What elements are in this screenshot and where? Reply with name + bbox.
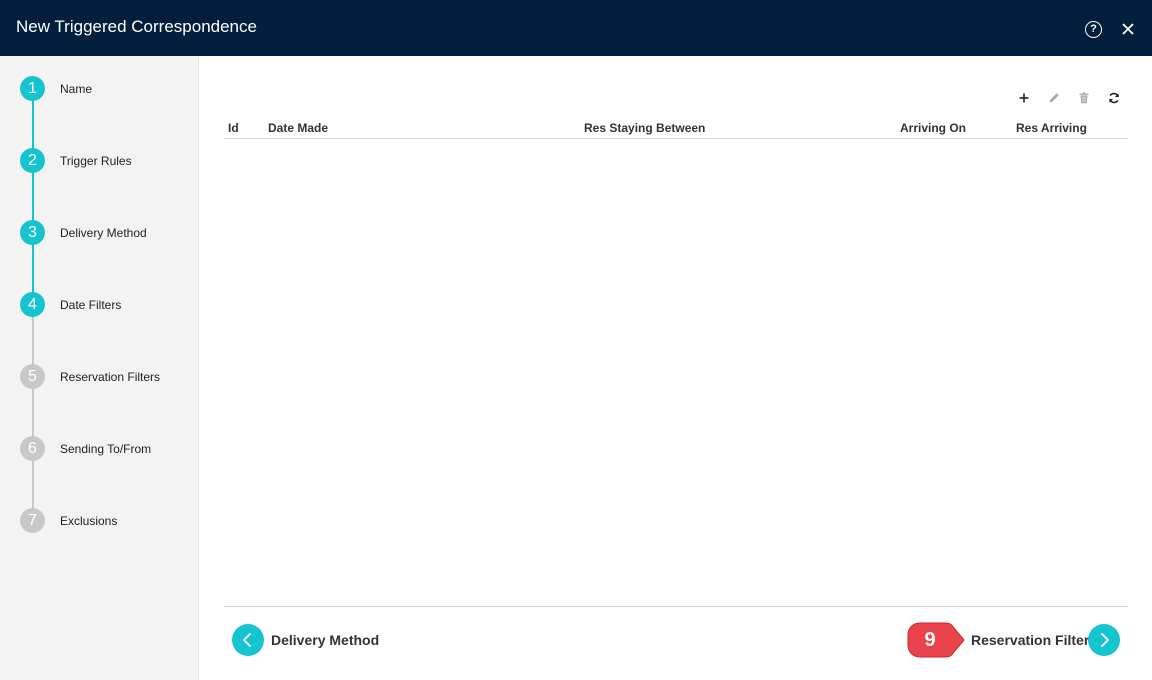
step-label: Sending To/From bbox=[60, 442, 152, 456]
table-header-row: Id Date Made Res Staying Between Arrivin… bbox=[224, 120, 1128, 139]
chevron-right-icon bbox=[1100, 632, 1110, 648]
back-step-label[interactable]: Delivery Method bbox=[271, 632, 379, 648]
footer-divider bbox=[224, 606, 1128, 607]
step-number-badge: 5 bbox=[20, 364, 45, 389]
step-label: Reservation Filters bbox=[60, 370, 161, 384]
step-number-badge: 2 bbox=[20, 148, 45, 173]
column-header-res-staying-between[interactable]: Res Staying Between bbox=[584, 121, 705, 135]
step-name[interactable]: 1 Name bbox=[20, 76, 198, 102]
callout-number: 9 bbox=[924, 629, 936, 651]
main-content: Id Date Made Res Staying Between Arrivin… bbox=[200, 56, 1152, 680]
step-sending-to-from[interactable]: 6 Sending To/From bbox=[20, 436, 198, 462]
step-label: Name bbox=[60, 82, 93, 96]
wizard-steps-sidebar: 1 Name 2 Trigger Rules 3 Delivery Method… bbox=[0, 56, 199, 680]
column-header-res-arriving[interactable]: Res Arriving bbox=[1016, 121, 1087, 135]
back-button[interactable] bbox=[232, 624, 264, 656]
step-number-badge: 3 bbox=[20, 220, 45, 245]
step-connector-completed bbox=[32, 101, 34, 317]
step-date-filters[interactable]: 4 Date Filters bbox=[20, 292, 198, 318]
window-title: New Triggered Correspondence bbox=[16, 17, 257, 36]
step-trigger-rules[interactable]: 2 Trigger Rules bbox=[20, 148, 198, 174]
close-icon[interactable] bbox=[1118, 17, 1138, 39]
next-button[interactable] bbox=[1088, 624, 1120, 656]
refresh-icon[interactable] bbox=[1106, 90, 1122, 106]
column-header-date-made[interactable]: Date Made bbox=[268, 121, 328, 135]
step-label: Delivery Method bbox=[60, 226, 147, 240]
step-number-badge: 7 bbox=[20, 508, 45, 533]
step-exclusions[interactable]: 7 Exclusions bbox=[20, 508, 198, 534]
step-label: Date Filters bbox=[60, 298, 122, 312]
pencil-icon[interactable] bbox=[1046, 90, 1062, 106]
step-number-badge: 4 bbox=[20, 292, 45, 317]
step-delivery-method[interactable]: 3 Delivery Method bbox=[20, 220, 198, 246]
column-header-arriving-on[interactable]: Arriving On bbox=[900, 121, 966, 135]
question-circle-icon[interactable]: ? bbox=[1085, 21, 1102, 38]
plus-icon[interactable] bbox=[1016, 90, 1032, 106]
step-number-badge: 1 bbox=[20, 76, 45, 101]
trash-icon[interactable] bbox=[1076, 90, 1092, 106]
chevron-left-icon bbox=[242, 632, 252, 648]
title-bar: New Triggered Correspondence ? bbox=[0, 0, 1152, 56]
step-connector-pending bbox=[32, 317, 34, 533]
next-step-label[interactable]: Reservation Filters bbox=[971, 632, 1097, 648]
step-reservation-filters[interactable]: 5 Reservation Filters bbox=[20, 364, 198, 390]
step-label: Exclusions bbox=[60, 514, 118, 528]
step-label: Trigger Rules bbox=[60, 154, 132, 168]
column-header-id[interactable]: Id bbox=[228, 121, 239, 135]
step-number-badge: 6 bbox=[20, 436, 45, 461]
